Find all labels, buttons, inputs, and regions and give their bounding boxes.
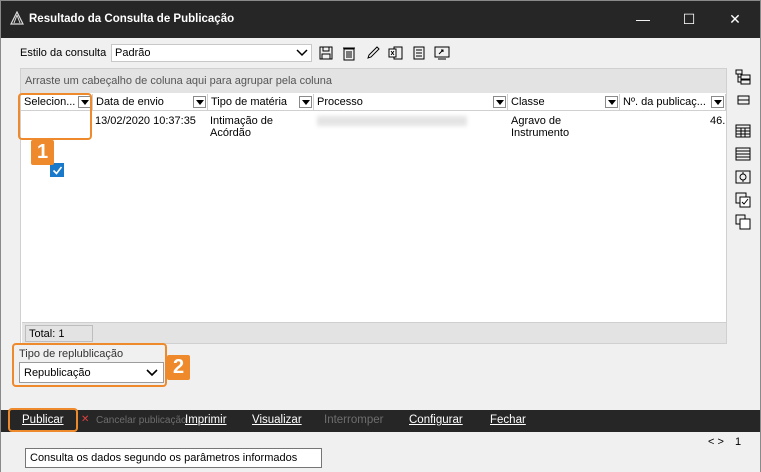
export-icon[interactable]: [388, 45, 404, 61]
total-count: Total: 1: [25, 325, 93, 342]
matter-type-cell-line1: Intimação de: [210, 115, 273, 127]
trash-icon[interactable]: [341, 45, 357, 61]
callout-badge-2: 2: [167, 355, 190, 380]
print-label: Imprimir: [185, 414, 227, 426]
interrupt-button[interactable]: Interromper: [324, 414, 383, 426]
grid-footer: Total: 1: [22, 322, 726, 343]
query-style-value: Padrão: [115, 47, 151, 59]
query-style-select[interactable]: Padrão: [111, 44, 312, 62]
class-cell-line1: Agravo de: [511, 115, 562, 127]
filter-dropdown-icon[interactable]: [493, 96, 506, 108]
matter-type-cell-line2: Acórdão: [210, 127, 251, 139]
save-icon[interactable]: [318, 45, 334, 61]
document-icon[interactable]: [411, 45, 427, 61]
column-label: Data de envio: [96, 96, 164, 108]
print-button[interactable]: Imprimir: [185, 414, 227, 426]
group-hint-text: Arraste um cabeçalho de coluna aqui para…: [25, 75, 332, 87]
column-header-class[interactable]: Classe: [508, 94, 620, 111]
tooltip: Consulta os dados segundo os parâmetros …: [25, 448, 322, 468]
filter-dropdown-icon[interactable]: [299, 96, 312, 108]
minimize-button[interactable]: —: [620, 1, 666, 38]
title-bar[interactable]: Resultado da Consulta de Publicação — ☐ …: [1, 1, 760, 38]
chevron-down-icon: [296, 49, 308, 57]
filter-dropdown-icon[interactable]: [605, 96, 618, 108]
maximize-button[interactable]: ☐: [666, 1, 712, 38]
cancel-publication-button[interactable]: Cancelar publicação: [96, 415, 187, 426]
pager-value: 1: [735, 436, 742, 448]
group-columns-icon[interactable]: [735, 69, 751, 85]
pager-arrows-icon[interactable]: < >: [708, 436, 724, 448]
copy-icon[interactable]: [735, 214, 751, 230]
preview-label: Visualizar: [252, 414, 302, 426]
checkmark-icon: [52, 166, 63, 175]
close-button[interactable]: ✕: [712, 1, 758, 38]
republication-type-select[interactable]: Republicação: [19, 362, 164, 383]
settings-icon[interactable]: [735, 169, 751, 185]
pager[interactable]: < > 1: [708, 435, 752, 451]
callout-frame-1: [18, 93, 92, 140]
column-header-send-date[interactable]: Data de envio: [93, 94, 208, 111]
class-cell-line2: Instrumento: [511, 127, 570, 139]
filter-dropdown-icon[interactable]: [193, 96, 206, 108]
publish-label: Publicar: [22, 414, 64, 426]
chevron-down-icon: [146, 369, 158, 377]
configure-button[interactable]: Configurar: [409, 414, 463, 426]
close-label: Fechar: [490, 414, 526, 426]
share-icon[interactable]: [434, 45, 450, 61]
column-header-matter-type[interactable]: Tipo de matéria: [208, 94, 314, 111]
list-icon[interactable]: [735, 146, 751, 162]
grid-header: Selecion... Data de envio Tipo de matéri…: [21, 94, 726, 111]
table-row[interactable]: 13/02/2020 10:37:35 Intimação de Acórdão…: [21, 112, 726, 177]
app-logo-icon: [10, 11, 24, 25]
column-label: Nº. da publicaç...: [623, 96, 706, 108]
filter-dropdown-icon[interactable]: [711, 96, 724, 108]
publish-button[interactable]: Publicar: [22, 414, 64, 426]
close-action-button[interactable]: Fechar: [490, 414, 526, 426]
column-header-process[interactable]: Processo: [314, 94, 508, 111]
column-label: Tipo de matéria: [211, 96, 288, 108]
column-header-publication-number[interactable]: Nº. da publicaç...: [620, 94, 726, 111]
action-bar: Publicar ✕ Cancelar publicação Imprimir …: [1, 408, 760, 432]
send-date-cell: 13/02/2020 10:37:35: [95, 115, 196, 127]
column-label: Classe: [511, 96, 545, 108]
cancel-publication-icon: ✕: [81, 414, 90, 425]
column-label: Processo: [317, 96, 363, 108]
row-select-checkbox[interactable]: [50, 163, 64, 177]
republication-type-label: Tipo de replublicação: [19, 348, 124, 360]
results-grid: Arraste um cabeçalho de coluna aqui para…: [20, 68, 727, 344]
pencil-icon[interactable]: [365, 45, 381, 61]
collapse-icon[interactable]: [735, 92, 751, 108]
group-by-panel[interactable]: Arraste um cabeçalho de coluna aqui para…: [21, 69, 726, 93]
publication-result-window: Resultado da Consulta de Publicação — ☐ …: [0, 0, 761, 472]
process-cell-redacted: [317, 116, 467, 126]
query-style-label: Estilo da consulta: [20, 47, 107, 59]
republication-type-value: Republicação: [24, 367, 91, 379]
preview-button[interactable]: Visualizar: [252, 414, 302, 426]
checklist-icon[interactable]: [735, 192, 751, 208]
callout-badge-1: 1: [31, 140, 54, 165]
window-title: Resultado da Consulta de Publicação: [29, 13, 235, 25]
publication-number-cell: 46.: [710, 115, 726, 127]
table-icon[interactable]: [735, 123, 751, 139]
configure-label: Configurar: [409, 414, 463, 426]
